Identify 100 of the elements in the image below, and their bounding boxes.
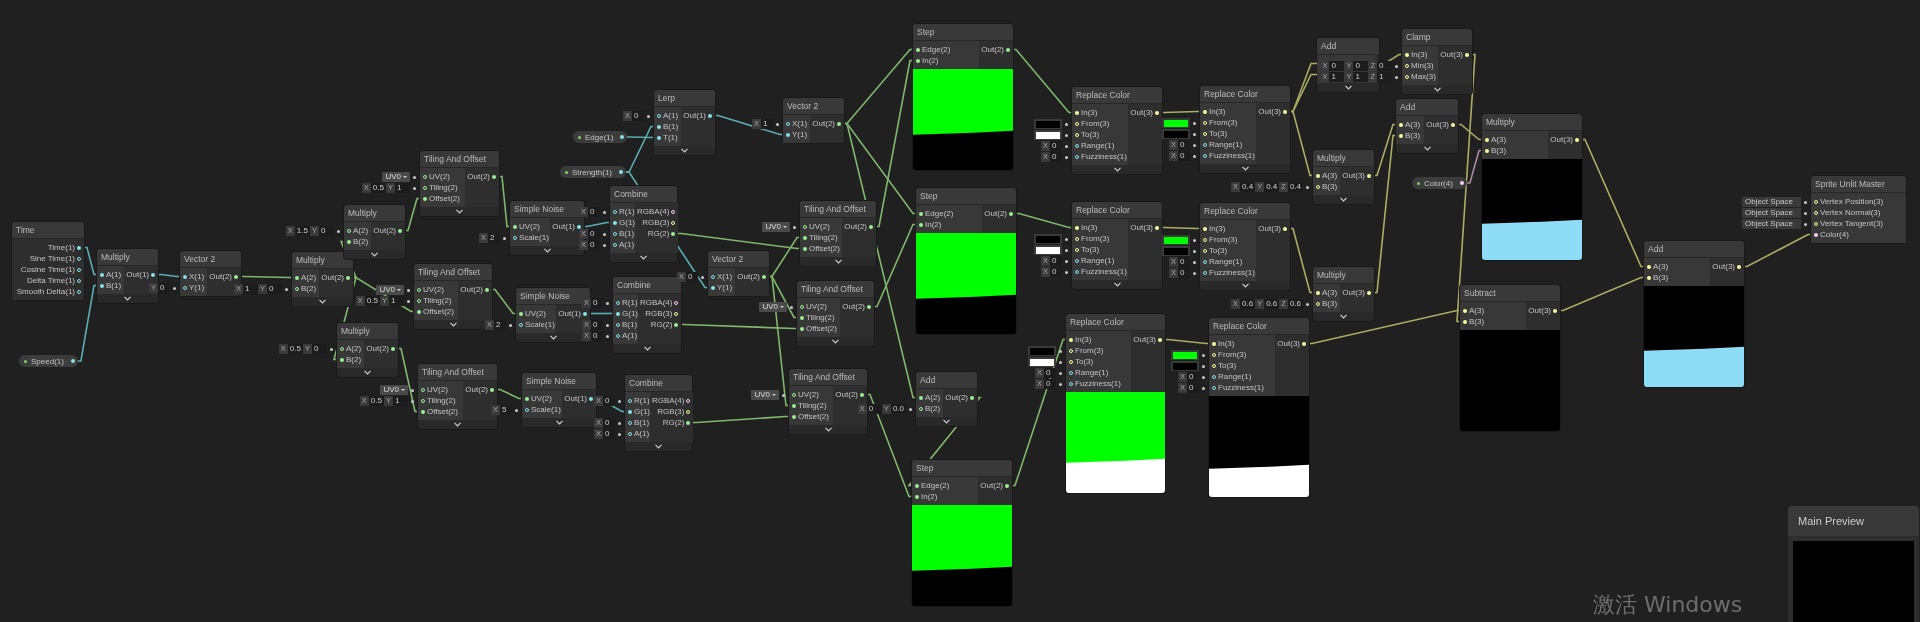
port-dot[interactable] [970, 395, 974, 400]
port-dot[interactable] [485, 287, 489, 292]
graph-node[interactable]: Replace Color In(3) From(3) To(3) Range(1) Fuzziness(1) Out(3) [1072, 87, 1162, 174]
value-input[interactable]: 0 [312, 344, 327, 354]
value-input[interactable]: 0.5 [287, 344, 303, 354]
value-input[interactable]: 0 [319, 226, 334, 236]
graph-node[interactable]: Tiling And Offset UV(2) Tiling(2) Offset(2) Out(2) [797, 281, 874, 346]
value-input[interactable]: 0 [1178, 268, 1190, 278]
graph-node[interactable]: Multiply A(2) B(2) Out(2) [344, 205, 405, 259]
chevron-icon[interactable] [555, 420, 563, 425]
graph-node[interactable]: Clamp In(3) Min(3) Max(3) Out(3) [1402, 29, 1472, 94]
value-input[interactable]: 0.4 [1240, 182, 1256, 192]
port-dot[interactable] [100, 283, 104, 288]
graph-node[interactable]: Replace Color In(3) From(3) To(3) Range(1) Fuzziness(1) Out(3) [1200, 203, 1290, 290]
chevron-icon[interactable] [1340, 197, 1347, 202]
chevron-icon[interactable] [456, 209, 463, 214]
graph-node[interactable]: Multiply A(2) B(2) Out(2) [337, 323, 398, 377]
space-dropdown[interactable]: Object Space [1741, 197, 1801, 207]
port-dot[interactable] [1399, 133, 1403, 138]
value-input[interactable]: 0 [686, 272, 698, 282]
port-dot[interactable] [1155, 110, 1159, 115]
port-dot[interactable] [70, 359, 75, 363]
port-dot[interactable] [421, 409, 425, 414]
port-dot[interactable] [628, 409, 632, 414]
graph-node[interactable]: Combine R(1) G(1) B(1) A(1) RGBA(4) RGB(3) RG(2) [625, 375, 692, 451]
port-dot[interactable] [1316, 173, 1320, 178]
graph-node[interactable]: Tiling And Offset UV(2) Tiling(2) Offset(2) Out(2) [800, 201, 876, 266]
port-dot[interactable] [786, 132, 790, 137]
port-dot[interactable] [1158, 337, 1162, 342]
value-input[interactable]: 0.0 [890, 404, 906, 414]
property-pill[interactable]: Color(4) [1412, 177, 1467, 189]
value-input[interactable]: 0 [588, 240, 600, 250]
port-dot[interactable] [1451, 122, 1455, 127]
graph-node[interactable]: Subtract A(3) B(3) Out(3) [1460, 285, 1560, 431]
chevron-icon[interactable] [1241, 283, 1249, 288]
value-input[interactable]: 0.6 [1264, 299, 1280, 309]
graph-node[interactable]: Replace Color In(3) From(3) To(3) Range(1) Fuzziness(1) Out(3) [1209, 318, 1309, 497]
value-input[interactable]: 0 [591, 331, 603, 341]
chevron-icon[interactable] [681, 148, 688, 153]
graph-node[interactable]: Step Edge(2) In(2) Out(2) [912, 460, 1012, 606]
graph-node[interactable]: Sprite Unlit Master Vertex Position(3) Vertex Normal(3) Vertex Tangent(3) Color(4) [1811, 176, 1906, 243]
value-input[interactable]: 1.5 [294, 226, 310, 236]
value-input[interactable]: 0 [603, 418, 615, 428]
value-input[interactable]: 5 [500, 405, 512, 415]
value-input[interactable]: 0 [1178, 257, 1190, 267]
port-dot[interactable] [1737, 264, 1741, 269]
value-input[interactable]: 0 [588, 229, 600, 239]
port-dot[interactable] [1283, 109, 1287, 114]
value-input[interactable]: 0 [1050, 141, 1062, 151]
port-dot[interactable] [391, 346, 395, 351]
value-input[interactable]: 2 [494, 320, 506, 330]
port-dot[interactable] [1485, 137, 1489, 142]
port-dot[interactable] [492, 174, 496, 179]
value-input[interactable]: 0 [1187, 372, 1199, 382]
value-input[interactable]: 1 [1377, 72, 1392, 82]
chevron-icon[interactable] [640, 255, 647, 260]
dropdown-button[interactable]: UV0 [382, 172, 410, 182]
graph-node[interactable]: Replace Color In(3) From(3) To(3) Range(1) Fuzziness(1) Out(3) [1200, 86, 1290, 173]
value-input[interactable]: 1 [243, 284, 258, 294]
port-dot[interactable] [1005, 483, 1009, 488]
graph-node[interactable]: Combine R(1) G(1) B(1) A(1) RGBA(4) RGB(3) RG(2) [610, 186, 677, 262]
port-dot[interactable] [1465, 52, 1469, 57]
dropdown-button[interactable]: UV0 [380, 385, 408, 395]
port-dot[interactable] [916, 58, 920, 63]
port-dot[interactable] [513, 224, 517, 229]
graph-node[interactable]: Add A(3) B(3) Out(3) [1396, 99, 1458, 153]
port-dot[interactable] [657, 135, 661, 140]
port-dot[interactable] [1814, 232, 1818, 237]
port-dot[interactable] [1553, 308, 1557, 313]
port-dot[interactable] [1155, 225, 1159, 230]
value-input[interactable]: 0.5 [368, 396, 384, 406]
value-input[interactable]: 0.4 [1264, 182, 1280, 192]
chevron-icon[interactable] [1241, 166, 1249, 171]
port-dot[interactable] [674, 322, 679, 327]
value-input[interactable]: 0.6 [1287, 299, 1303, 309]
port-dot[interactable] [657, 124, 661, 129]
value-input[interactable]: 0 [603, 396, 615, 406]
chevron-icon[interactable] [832, 339, 839, 344]
port-dot[interactable] [616, 311, 620, 316]
value-input[interactable]: 0 [591, 320, 603, 330]
port-dot[interactable] [686, 420, 691, 425]
port-dot[interactable] [1459, 181, 1464, 185]
port-dot[interactable] [919, 222, 923, 227]
port-dot[interactable] [915, 494, 919, 499]
port-dot[interactable] [234, 274, 238, 279]
port-dot[interactable] [620, 135, 625, 139]
port-dot[interactable] [708, 113, 712, 118]
value-input[interactable]: 1 [1353, 72, 1369, 82]
property-pill[interactable]: Strength(1) [560, 166, 627, 178]
port-dot[interactable] [100, 272, 104, 277]
chevron-icon[interactable] [543, 248, 551, 253]
graph-node[interactable]: Vector 2 X(1) Y(1) Out(2) [708, 251, 769, 296]
chevron-icon[interactable] [1340, 314, 1347, 319]
chevron-icon[interactable] [124, 296, 131, 301]
port-dot[interactable] [792, 403, 796, 408]
port-dot[interactable] [867, 304, 871, 309]
value-input[interactable]: 0.4 [1287, 182, 1303, 192]
port-dot[interactable] [525, 396, 529, 401]
port-dot[interactable] [490, 387, 494, 392]
port-dot[interactable] [1647, 275, 1651, 280]
